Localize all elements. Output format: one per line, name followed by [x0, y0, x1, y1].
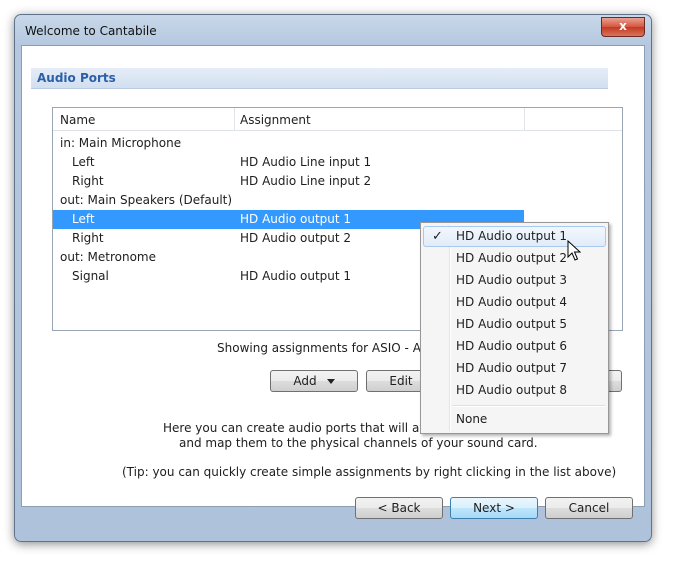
mouse-pointer-icon [567, 240, 581, 261]
port-name: out: Main Speakers (Default) [60, 193, 233, 207]
port-name: in: Main Microphone [60, 136, 182, 150]
table-row[interactable]: Right HD Audio Line input 2 [53, 172, 524, 191]
status-text: Showing assignments for ASIO - ASIO4 [217, 341, 450, 355]
menu-item-output[interactable]: HD Audio output 5 [423, 314, 606, 335]
menu-item-label: HD Audio output 7 [456, 361, 568, 375]
table-row[interactable]: in: Main Microphone [53, 134, 524, 153]
column-header-assignment[interactable]: Assignment [240, 113, 311, 127]
menu-item-label: HD Audio output 2 [456, 251, 568, 265]
port-assignment: HD Audio output 1 [240, 212, 352, 226]
section-header: Audio Ports [31, 68, 608, 89]
menu-item-label: HD Audio output 5 [456, 317, 568, 331]
list-header: Name Assignment [53, 108, 622, 131]
back-button[interactable]: < Back [355, 497, 443, 519]
port-name: Signal [72, 269, 109, 283]
menu-item-none[interactable]: None [423, 409, 606, 430]
table-row[interactable]: Left HD Audio Line input 1 [53, 153, 524, 172]
edit-button-label: Edit [389, 374, 413, 388]
help-text-line2: and map them to the physical channels of… [179, 436, 538, 450]
next-button[interactable]: Next > [450, 497, 538, 519]
menu-item-label: HD Audio output 6 [456, 339, 568, 353]
menu-item-output[interactable]: HD Audio output 3 [423, 270, 606, 291]
port-assignment: HD Audio output 2 [240, 231, 352, 245]
tip-text: (Tip: you can quickly create simple assi… [122, 465, 617, 479]
port-name: Left [72, 212, 95, 226]
section-title: Audio Ports [37, 71, 116, 85]
column-divider[interactable] [524, 108, 525, 130]
column-header-name[interactable]: Name [60, 113, 95, 127]
menu-item-output[interactable]: HD Audio output 7 [423, 358, 606, 379]
help-text-line1: Here you can create audio ports that wil… [163, 421, 459, 435]
close-button[interactable]: x [601, 17, 645, 37]
port-assignment: HD Audio Line input 2 [240, 174, 372, 188]
menu-item-output[interactable]: HD Audio output 8 [423, 380, 606, 401]
menu-item-label: HD Audio output 1 [456, 229, 568, 243]
menu-item-output[interactable]: HD Audio output 4 [423, 292, 606, 313]
menu-item-output[interactable]: HD Audio output 6 [423, 336, 606, 357]
port-name: Left [72, 155, 95, 169]
add-button-label: Add [293, 374, 317, 388]
menu-item-label: HD Audio output 3 [456, 273, 568, 287]
menu-item-label: None [456, 412, 488, 426]
window-title: Welcome to Cantabile [25, 24, 157, 38]
port-name: Right [72, 231, 104, 245]
menu-item-label: HD Audio output 8 [456, 383, 568, 397]
port-name: Right [72, 174, 104, 188]
port-assignment: HD Audio Line input 1 [240, 155, 372, 169]
table-row[interactable]: out: Main Speakers (Default) [53, 191, 524, 210]
checkmark-icon: ✓ [432, 229, 443, 244]
chevron-down-icon [326, 379, 335, 384]
title-bar[interactable]: Welcome to Cantabile x [15, 15, 651, 45]
menu-separator [452, 405, 605, 407]
add-button[interactable]: Add [270, 370, 358, 392]
cancel-button[interactable]: Cancel [545, 497, 633, 519]
port-name: out: Metronome [60, 250, 156, 264]
menu-item-label: HD Audio output 4 [456, 295, 568, 309]
column-divider[interactable] [234, 108, 235, 130]
port-assignment: HD Audio output 1 [240, 269, 352, 283]
